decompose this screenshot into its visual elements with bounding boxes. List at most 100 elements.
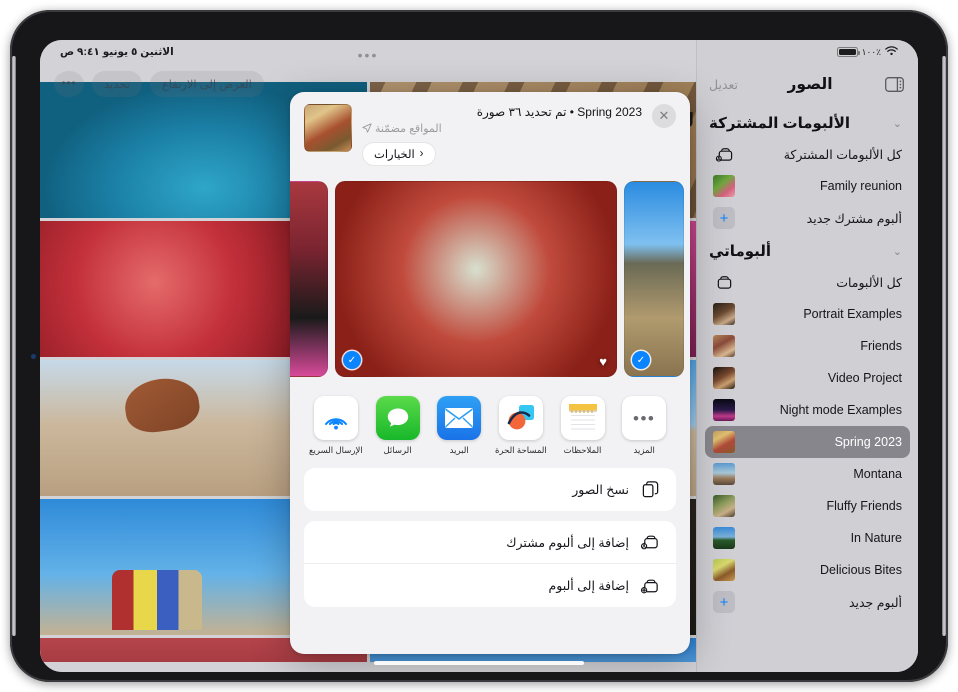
action-group: نسخ الصور <box>304 468 676 511</box>
selected-check-icon[interactable]: ✓ <box>632 351 650 369</box>
sidebar-item-label: Video Project <box>827 371 902 385</box>
location-arrow-icon <box>362 122 372 135</box>
chevron-down-icon[interactable]: ⌄ <box>893 117 902 130</box>
battery-icon <box>836 47 860 57</box>
plus-icon[interactable]: + <box>713 591 735 613</box>
sidebar-list[interactable]: ⌄ الألبومات المشتركة كل الألبومات المشتركة… <box>697 106 918 672</box>
share-target-label: المساحة الحرة <box>494 445 547 455</box>
mail-icon[interactable] <box>437 396 482 440</box>
album-thumbnail <box>713 335 735 357</box>
album-thumbnail <box>713 559 735 581</box>
photo-flower[interactable]: ✓ ♥ <box>335 181 617 377</box>
album-thumbnail <box>713 495 735 517</box>
album-thumbnail <box>713 367 735 389</box>
sidebar-item-in-nature[interactable]: In Nature <box>705 522 910 554</box>
share-sheet-subtitle: المواقع مضمّنة <box>362 122 642 135</box>
close-icon[interactable]: ✕ <box>652 104 676 128</box>
home-indicator[interactable] <box>374 660 584 665</box>
freeform-icon[interactable] <box>498 396 543 440</box>
options-chevron-icon: ‹ <box>419 148 424 160</box>
sidebar-section-header[interactable]: ⌄ ألبوماتي <box>705 234 910 266</box>
action-group: إضافة إلى ألبوم مشترك إضافة إلى ألبوم <box>304 521 676 607</box>
sidebar-item-fluffy-friends[interactable]: Fluffy Friends <box>705 490 910 522</box>
add-to-shared-album-icon <box>639 533 661 551</box>
sidebar-item-spring-2023[interactable]: Spring 2023 <box>705 426 910 458</box>
sidebar-item-portrait-examples[interactable]: Portrait Examples <box>705 298 910 330</box>
album-thumbnail <box>713 303 735 325</box>
sidebar-item-label: كل الألبومات <box>836 275 902 290</box>
sidebar-item-label: Friends <box>860 339 902 353</box>
sidebar-item-night-mode-examples[interactable]: Night mode Examples <box>705 394 910 426</box>
album-thumbnail <box>713 527 735 549</box>
copy-photos-icon <box>639 480 661 499</box>
sidebar-item-video-project[interactable]: Video Project <box>705 362 910 394</box>
share-target-messages[interactable]: الرسائل <box>370 396 426 456</box>
add-to-album-icon <box>639 577 661 595</box>
sidebar-item-label: Night mode Examples <box>779 403 902 417</box>
aspect-ratio-button[interactable]: العرض إلى الارتفاع <box>149 71 264 97</box>
share-sheet-title: Spring 2023 • تم تحديد ٣٦ صورة <box>476 105 642 119</box>
options-button[interactable]: ‹ الخيارات <box>362 142 436 166</box>
shared-albums-icon <box>713 143 735 165</box>
share-sheet: ✕ Spring 2023 • تم تحديد ٣٦ صورة المواقع… <box>290 92 690 654</box>
sidebar-title: الصور <box>787 75 833 93</box>
album-thumbnail <box>713 431 735 453</box>
sidebar-section-header[interactable]: ⌄ الألبومات المشتركة <box>705 106 910 138</box>
action-label: إضافة إلى ألبوم مشترك <box>506 535 629 550</box>
sidebar-item-family-reunion[interactable]: Family reunion <box>705 170 910 202</box>
share-target-label: البريد <box>449 445 469 455</box>
messages-icon[interactable] <box>375 396 420 440</box>
share-target-more-dots[interactable]: ••• المزيد <box>616 396 672 456</box>
share-target-label: الإرسال السريع <box>309 445 363 455</box>
album-thumbnail <box>713 175 735 197</box>
share-target-freeform[interactable]: المساحة الحرة <box>493 396 549 456</box>
sidebar-item-friends[interactable]: Friends <box>705 330 910 362</box>
more-options-button[interactable]: ••• <box>54 71 84 97</box>
sidebar-item-label: ألبوم مشترك جديد <box>806 211 902 226</box>
action-add-to-shared-album[interactable]: إضافة إلى ألبوم مشترك <box>304 521 676 564</box>
sidebar-item-delicious-bites[interactable]: Delicious Bites <box>705 554 910 586</box>
share-target-notes[interactable]: الملاحظات <box>555 396 611 456</box>
selected-check-icon[interactable]: ✓ <box>343 351 361 369</box>
chevron-down-icon[interactable]: ⌄ <box>893 245 902 258</box>
select-button[interactable]: تحديد <box>92 71 142 97</box>
sidebar-item-كل-الألبومات[interactable]: كل الألبومات <box>705 266 910 298</box>
sidebar-item-label: In Nature <box>850 531 902 545</box>
action-add-to-album[interactable]: إضافة إلى ألبوم <box>304 564 676 607</box>
tablet-device-frame: ♥ ••• ••• تحديد العرض إلى الارتفاع Sprin… <box>10 10 948 682</box>
device-edge-left <box>12 56 16 636</box>
action-copy-photos[interactable]: نسخ الصور <box>304 468 676 511</box>
share-target-airdrop[interactable]: الإرسال السريع <box>308 396 364 456</box>
share-sheet-summary: Spring 2023 • تم تحديد ٣٦ صورة المواقع م… <box>362 104 642 166</box>
more-dots-icon[interactable]: ••• <box>622 396 667 440</box>
sidebar-section-title: ألبوماتي <box>709 243 772 260</box>
album-thumbnail <box>713 463 735 485</box>
sidebar-item-montana[interactable]: Montana <box>705 458 910 490</box>
albums-icon <box>713 271 735 293</box>
sidebar-item-ألبوم-جديد[interactable]: ألبوم جديد + <box>705 586 910 618</box>
device-camera-dot <box>31 354 36 359</box>
photo-braid[interactable] <box>290 181 328 377</box>
airdrop-icon[interactable] <box>313 396 358 440</box>
selected-photos-carousel[interactable]: ✓ ♥ ✓ <box>290 176 690 382</box>
photo-hills[interactable]: ✓ <box>624 181 684 377</box>
sidebar-item-label: Portrait Examples <box>803 307 902 321</box>
share-target-label: المزيد <box>633 445 655 455</box>
status-bar: ١٠٠٪ الاثنين ٥ يونيو ٩:٤١ ص <box>40 40 918 64</box>
share-target-mail[interactable]: البريد <box>431 396 487 456</box>
sidebar-item-ألبوم-مشترك-جديد[interactable]: ألبوم مشترك جديد + <box>705 202 910 234</box>
sidebar-item-label: Montana <box>853 467 902 481</box>
plus-icon[interactable]: + <box>713 207 735 229</box>
sidebar-edit-button[interactable]: تعديل <box>709 77 738 92</box>
album-thumbnail <box>713 399 735 421</box>
sidebar-item-كل-الألبومات-المشتركة[interactable]: كل الألبومات المشتركة <box>705 138 910 170</box>
share-sheet-subtitle-text: المواقع مضمّنة <box>375 123 442 135</box>
sidebar-toggle-icon[interactable] <box>882 74 906 94</box>
sidebar: الصور تعديل ⌄ الألبومات المشتركة كل الألبو… <box>696 40 918 672</box>
tablet-screen: ♥ ••• ••• تحديد العرض إلى الارتفاع Sprin… <box>40 40 918 672</box>
share-targets-row: الإرسال السريع الرسائل البريد المساحة الحرة… <box>290 382 690 466</box>
action-label: نسخ الصور <box>572 483 629 497</box>
status-bar-right: الاثنين ٥ يونيو ٩:٤١ ص <box>60 46 174 58</box>
sidebar-item-label: Spring 2023 <box>834 435 902 449</box>
notes-icon[interactable] <box>560 396 605 440</box>
